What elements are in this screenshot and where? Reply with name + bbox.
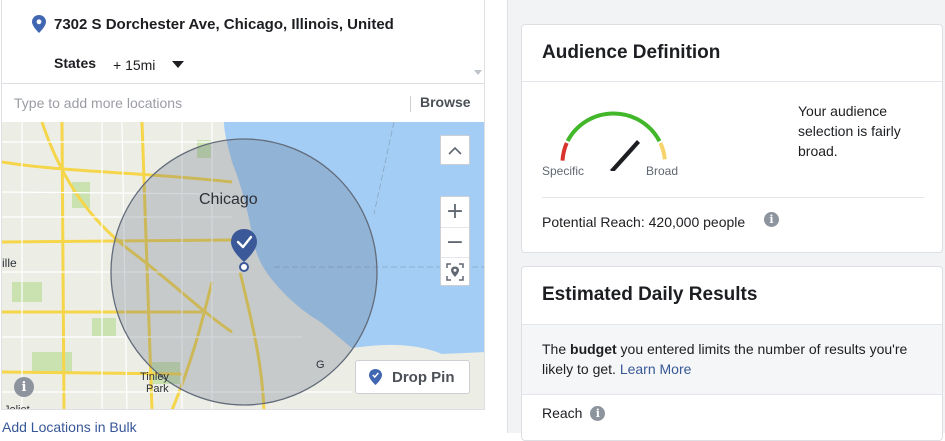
location-address-line2: States <box>54 55 97 71</box>
map-label-town: ille <box>2 256 17 270</box>
card-title: Estimated Daily Results <box>542 284 758 305</box>
recenter-button[interactable] <box>441 257 469 286</box>
location-panel: 7302 S Dorchester Ave, Chicago, Illinois… <box>0 0 486 435</box>
zoom-in-button[interactable]: + <box>441 197 469 226</box>
recenter-icon <box>446 263 464 281</box>
radius-value[interactable]: + 15mi <box>113 57 155 73</box>
info-icon[interactable]: i <box>14 377 34 397</box>
location-map[interactable]: Chicago ille Tinley Park Joliet G + − i … <box>1 122 485 410</box>
budget-notice-text: The budget you entered limits the number… <box>542 339 922 379</box>
map-label-town: G <box>316 359 325 371</box>
notice-text: The <box>542 341 571 357</box>
scroll-down-icon[interactable] <box>474 70 482 76</box>
map-label-town: Park <box>146 383 169 395</box>
info-icon[interactable]: i <box>764 212 779 227</box>
browse-button[interactable]: Browse <box>420 94 471 110</box>
audience-description: Your audience selection is fairly broad. <box>798 103 901 159</box>
estimated-daily-results-card: Estimated Daily Results The budget you e… <box>521 266 943 441</box>
potential-reach: Potential Reach: 420,000 people <box>542 214 746 230</box>
map-label-town: Tinley <box>140 371 169 383</box>
map-label-town: Joliet <box>4 404 30 410</box>
audience-definition-card: Audience Definition Specific Broad Your … <box>521 24 943 253</box>
reach-label: Reach i <box>542 405 606 421</box>
learn-more-link[interactable]: Learn More <box>620 361 692 377</box>
notice-bold-text: budget <box>570 341 617 357</box>
location-address: 7302 S Dorchester Ave, Chicago, Illinois… <box>54 16 394 33</box>
drop-pin-label: Drop Pin <box>392 369 455 386</box>
budget-notice: The budget you entered limits the number… <box>522 324 942 395</box>
card-title: Audience Definition <box>542 42 721 63</box>
zoom-out-button[interactable]: − <box>441 227 469 256</box>
collapse-map-button[interactable] <box>440 135 470 165</box>
gauge-label-broad: Broad <box>646 164 679 178</box>
chevron-down-icon[interactable] <box>172 61 184 69</box>
location-search-input[interactable] <box>14 93 394 113</box>
info-icon[interactable]: i <box>590 406 606 421</box>
zoom-controls: + − <box>440 196 470 286</box>
drop-pin-button[interactable]: Drop Pin <box>355 360 470 394</box>
pin-icon <box>369 369 382 385</box>
audience-gauge <box>560 111 667 171</box>
gauge-label-specific: Specific <box>542 164 585 178</box>
location-pin-icon <box>32 15 46 33</box>
divider <box>542 197 924 198</box>
divider <box>410 96 411 112</box>
chevron-up-icon <box>448 146 462 155</box>
selected-location: 7302 S Dorchester Ave, Chicago, Illinois… <box>1 0 485 84</box>
reach-label-text: Reach <box>542 405 583 421</box>
map-label-city: Chicago <box>199 191 258 208</box>
divider <box>522 81 942 82</box>
location-search-row: Browse <box>1 84 485 122</box>
